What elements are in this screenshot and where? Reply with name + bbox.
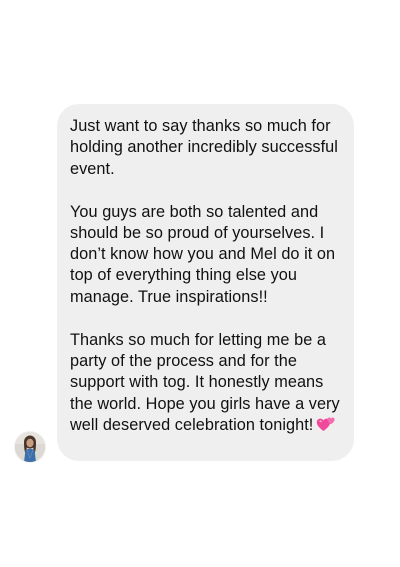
chat-screen: Just want to say thanks so much for hold… bbox=[0, 0, 400, 567]
message-paragraph-3-text: Thanks so much for letting me be a party… bbox=[70, 330, 340, 434]
incoming-message-row: Just want to say thanks so much for hold… bbox=[0, 0, 400, 567]
message-paragraph-3: Thanks so much for letting me be a party… bbox=[70, 330, 342, 439]
message-paragraph-2: You guys are both so talented and should… bbox=[70, 202, 336, 306]
message-paragraph-1: Just want to say thanks so much for hold… bbox=[70, 117, 338, 178]
two-hearts-icon bbox=[316, 415, 336, 439]
message-bubble[interactable]: Just want to say thanks so much for hold… bbox=[57, 104, 354, 461]
profile-photo-icon bbox=[15, 432, 45, 462]
sender-avatar[interactable] bbox=[15, 432, 45, 462]
